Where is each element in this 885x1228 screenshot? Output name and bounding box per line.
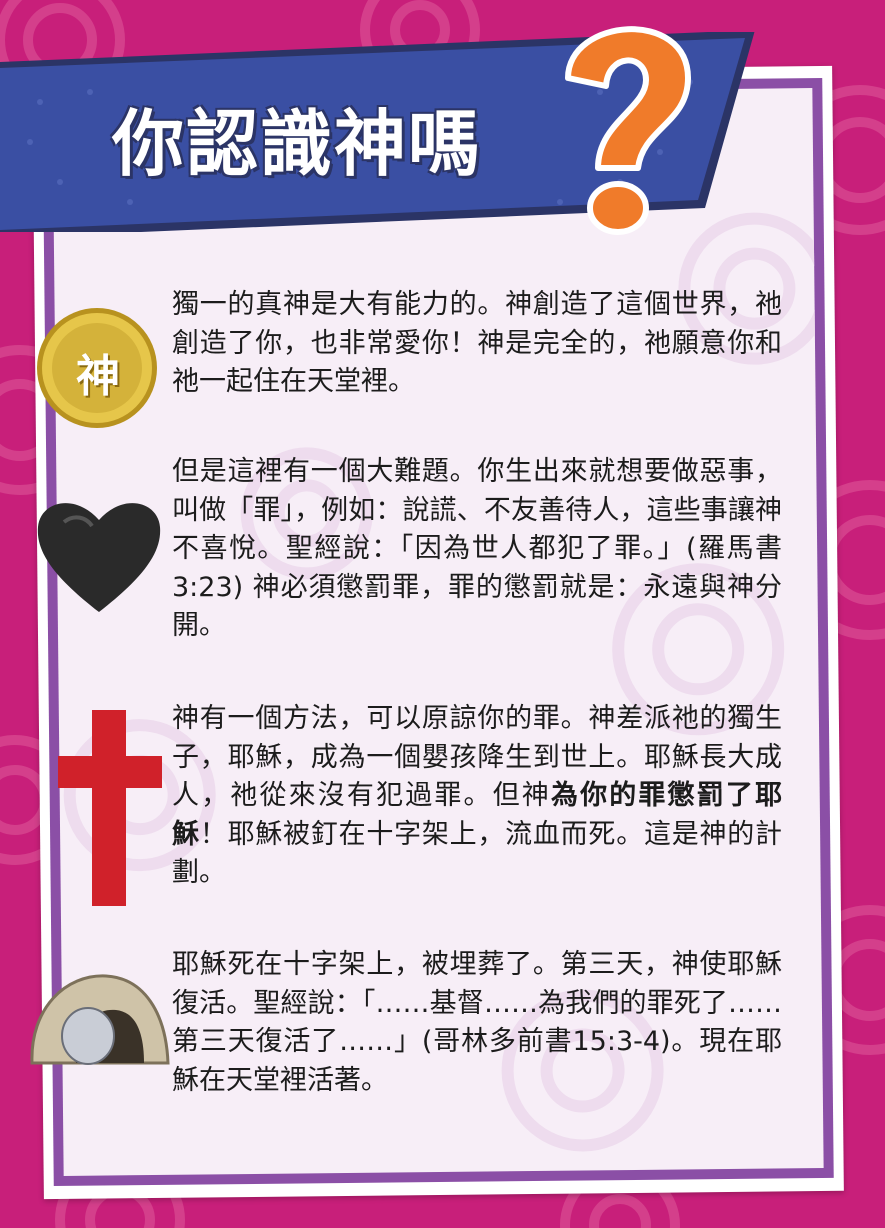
paragraph-resurrection: 耶穌死在十字架上，被埋葬了。第三天，神使耶穌復活。聖經說：「……基督……為我們的… — [172, 949, 782, 1096]
coin-label: 神 — [76, 351, 120, 402]
paragraph-sin-problem: 但是這裡有一個大難題。你生出來就想要做惡事，叫做「罪」，例如：說謊、不友善待人，… — [172, 456, 782, 641]
page-title: 你認識神嗎 — [112, 102, 483, 186]
empty-tomb-icon — [30, 974, 170, 1065]
question-mark-icon — [565, 26, 691, 235]
paragraph-god-creator: 獨一的真神是大有能力的。神創造了這個世界，祂創造了你，也非常愛你！神是完全的，祂… — [172, 289, 782, 397]
black-heart-icon — [37, 503, 161, 612]
cross-icon — [58, 710, 162, 906]
paragraph-jesus-sacrifice: 神有一個方法，可以原諒你的罪。神差派祂的獨生子，耶穌，成為一個嬰孩降生到世上。耶… — [172, 703, 783, 888]
